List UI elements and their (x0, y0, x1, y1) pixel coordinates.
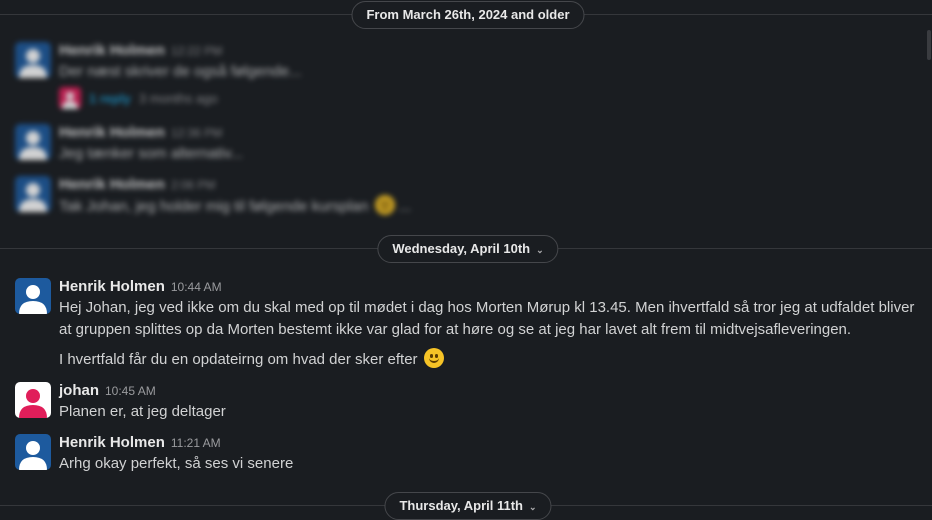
message-text-content: I hvertfald får du en opdateirng om hvad… (59, 351, 418, 368)
thread-replies[interactable]: 1 reply 3 months ago (59, 87, 919, 109)
message-text: I hvertfald får du en opdateirng om hvad… (59, 348, 919, 371)
timestamp[interactable]: 11:21 AM (171, 436, 221, 450)
timestamp[interactable]: 12:36 PM (171, 126, 222, 140)
timestamp[interactable]: 12:22 PM (171, 44, 222, 58)
date-divider-label: Thursday, April 11th (399, 498, 523, 513)
avatar[interactable] (15, 42, 51, 78)
user-avatar-icon (15, 278, 51, 314)
date-divider-label: From March 26th, 2024 and older (366, 7, 570, 22)
scrollbar[interactable] (926, 0, 932, 518)
chevron-down-icon: ⌄ (536, 245, 544, 255)
date-divider-older[interactable]: From March 26th, 2024 and older (351, 1, 585, 29)
reply-ago: 3 months ago (138, 90, 218, 106)
message-text: Jeg tænker som alternativ... (59, 145, 243, 162)
avatar (59, 87, 81, 109)
avatar[interactable] (15, 382, 51, 418)
message-text: Arhg okay perfekt, så ses vi senere (59, 455, 294, 472)
avatar[interactable] (15, 176, 51, 212)
message-text: Planen er, at jeg deltager (59, 403, 226, 420)
user-avatar-icon (15, 382, 51, 418)
slightly-smiling-face-icon (374, 195, 395, 215)
avatar[interactable] (15, 278, 51, 314)
author-name[interactable]: Henrik Holmen (59, 124, 165, 141)
message-text-content: Tak Johan, jeg holder mig til følgende k… (59, 198, 369, 215)
user-avatar-icon (15, 176, 51, 212)
timestamp[interactable]: 10:44 AM (171, 280, 222, 294)
slightly-smiling-face-icon (423, 348, 444, 368)
user-avatar-icon (15, 42, 51, 78)
user-avatar-icon (15, 124, 51, 160)
author-name[interactable]: johan (59, 382, 99, 399)
date-divider-label: Wednesday, April 10th (392, 241, 531, 256)
author-name[interactable]: Henrik Holmen (59, 278, 165, 295)
message-text: Tak Johan, jeg holder mig til følgende k… (59, 195, 919, 218)
user-avatar-icon (15, 434, 51, 470)
reply-count-link[interactable]: 1 reply (89, 91, 131, 106)
date-divider-wednesday[interactable]: Wednesday, April 10th ⌄ (377, 235, 559, 263)
timestamp[interactable]: 10:45 AM (105, 384, 156, 398)
scrollbar-thumb[interactable] (927, 30, 931, 60)
user-avatar-icon (59, 87, 81, 109)
avatar[interactable] (15, 124, 51, 160)
avatar[interactable] (15, 434, 51, 470)
timestamp[interactable]: 2:06 PM (171, 178, 216, 192)
chevron-down-icon: ⌄ (528, 502, 537, 512)
message-text: Hej Johan, jeg ved ikke om du skal med o… (59, 299, 915, 338)
author-name[interactable]: Henrik Holmen (59, 42, 165, 59)
date-divider-thursday[interactable]: Thursday, April 11th ⌄ (384, 492, 552, 520)
author-name[interactable]: Henrik Holmen (59, 176, 165, 193)
author-name[interactable]: Henrik Holmen (59, 434, 165, 451)
message-text: Der næst skriver de også følgende... (59, 63, 302, 80)
